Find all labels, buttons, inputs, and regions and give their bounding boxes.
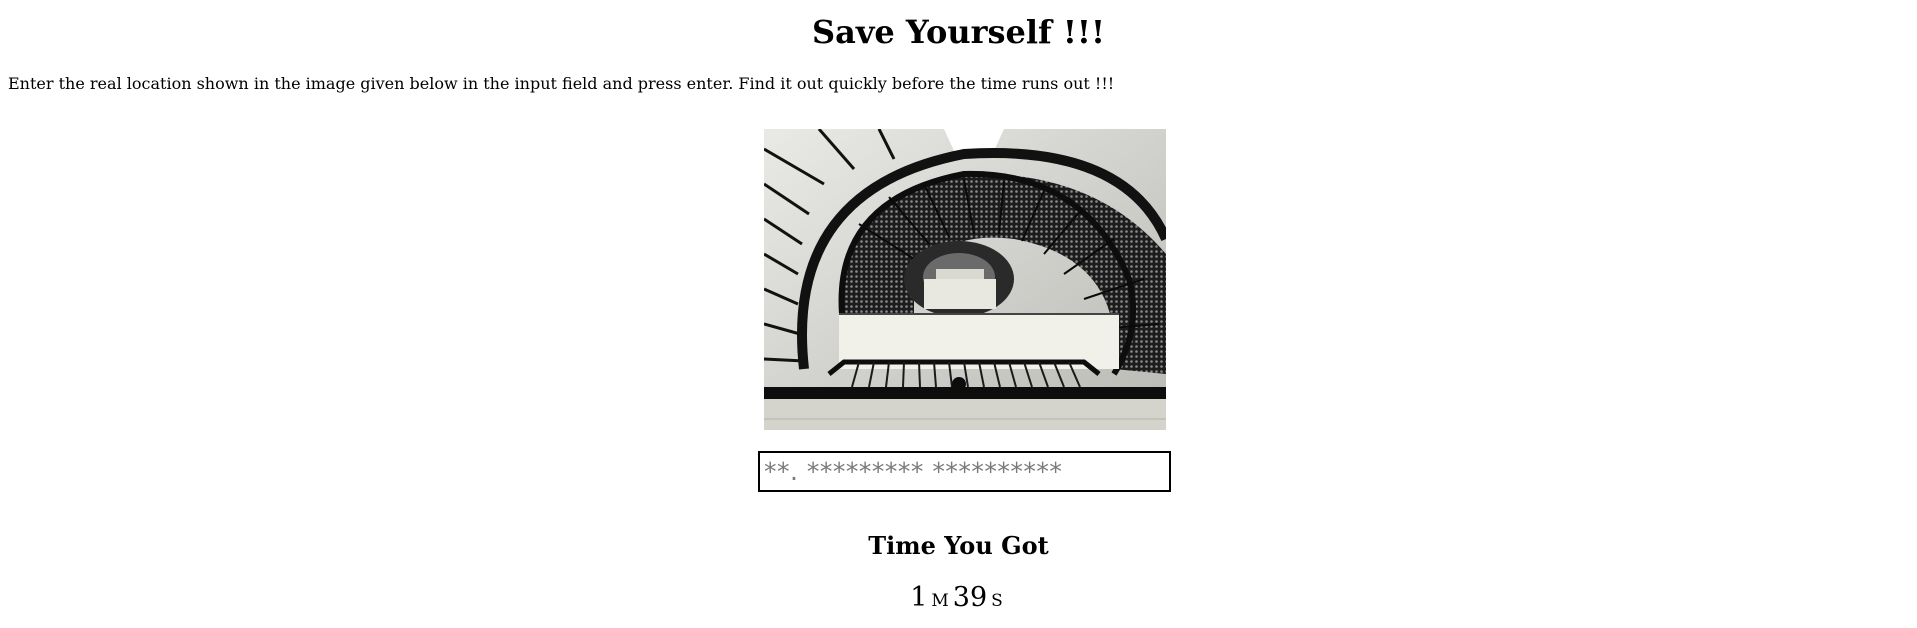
page-title: Save Yourself !!!	[811, 13, 1106, 51]
timer-seconds: 39	[952, 582, 988, 613]
puzzle-image	[764, 129, 1166, 430]
location-answer-input[interactable]	[758, 451, 1171, 492]
staircase-photo	[764, 129, 1166, 430]
instructions-text: Enter the real location shown in the ima…	[8, 74, 1115, 93]
timer-minutes-unit: M	[931, 591, 949, 611]
timer-seconds-unit: S	[991, 591, 1003, 611]
timer-minutes: 1	[910, 582, 928, 613]
countdown-timer: 1 M 39 S	[0, 581, 1917, 618]
timer-heading: Time You Got	[868, 531, 1049, 560]
page: Save Yourself !!! Enter the real locatio…	[0, 0, 1917, 628]
